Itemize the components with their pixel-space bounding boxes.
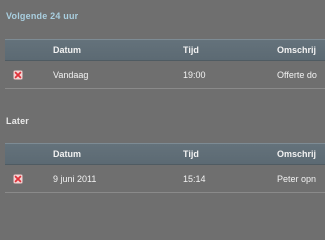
section-title-upcoming: Volgende 24 uur bbox=[6, 11, 79, 21]
table-header: Datum Tijd Omschrij bbox=[5, 39, 325, 61]
table-header: Datum Tijd Omschrij bbox=[5, 143, 325, 165]
cell-omschrijving[interactable]: Offerte do bbox=[277, 70, 317, 80]
table-row[interactable]: Vandaag 19:00 Offerte do bbox=[5, 61, 325, 89]
cell-datum: 9 juni 2011 bbox=[53, 174, 97, 184]
column-header-omschrijving[interactable]: Omschrij bbox=[277, 45, 316, 55]
section-title-later: Later bbox=[6, 116, 30, 126]
cell-tijd: 15:14 bbox=[183, 174, 206, 184]
agenda-panel: Volgende 24 uur Datum Tijd Omschrij Vand… bbox=[0, 0, 325, 200]
column-header-tijd[interactable]: Tijd bbox=[183, 45, 199, 55]
column-header-omschrijving[interactable]: Omschrij bbox=[277, 149, 316, 159]
upcoming-table: Datum Tijd Omschrij Vandaag 19:00 Offert… bbox=[5, 39, 325, 89]
cell-omschrijving[interactable]: Peter opn bbox=[277, 174, 316, 184]
cell-datum: Vandaag bbox=[53, 70, 89, 80]
table-row[interactable]: 9 juni 2011 15:14 Peter opn bbox=[5, 165, 325, 193]
column-header-tijd[interactable]: Tijd bbox=[183, 149, 199, 159]
column-header-datum[interactable]: Datum bbox=[53, 45, 81, 55]
column-header-datum[interactable]: Datum bbox=[53, 149, 81, 159]
delete-icon[interactable] bbox=[13, 70, 23, 80]
later-table: Datum Tijd Omschrij 9 juni 2011 15:14 Pe… bbox=[5, 143, 325, 193]
cell-tijd: 19:00 bbox=[183, 70, 206, 80]
delete-icon[interactable] bbox=[13, 174, 23, 184]
